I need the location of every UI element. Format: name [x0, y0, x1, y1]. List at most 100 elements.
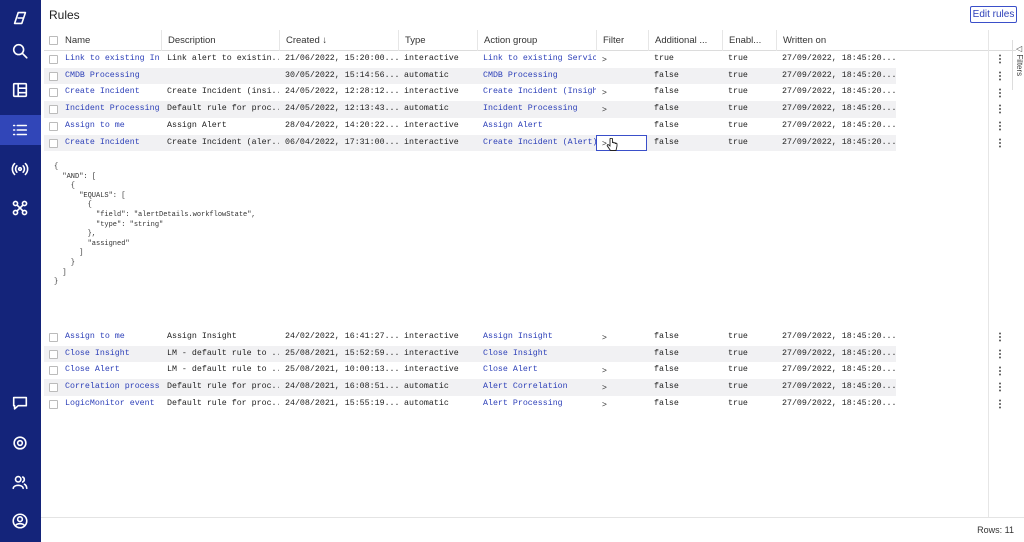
row-menu-kebab-icon[interactable]: [988, 362, 1012, 379]
cell-action-group[interactable]: Assign Insight: [477, 329, 596, 346]
row-menu-kebab-icon[interactable]: [988, 379, 1012, 396]
row-menu-kebab-icon[interactable]: [988, 346, 1012, 363]
row-checkbox[interactable]: [49, 366, 58, 376]
table-row[interactable]: Incident Processing Default rule for proc…: [44, 101, 896, 118]
cell-action-group[interactable]: CMDB Processing: [477, 68, 596, 85]
row-menu-kebab-icon[interactable]: [988, 396, 1012, 413]
cell-action-group[interactable]: Create Incident (Insight: [477, 84, 596, 101]
table-row[interactable]: LogicMonitor event Default rule for proc.…: [44, 396, 896, 413]
cell-enabled: true: [728, 332, 748, 341]
row-menu-kebab-icon[interactable]: [988, 68, 1012, 85]
cell-action-group[interactable]: Close Insight: [477, 346, 596, 363]
row-menu-kebab-icon[interactable]: [988, 101, 1012, 118]
dashboard-icon[interactable]: [8, 78, 32, 102]
table-row[interactable]: Close Alert LM - default rule to ... 25/08…: [44, 362, 896, 379]
cell-description: [161, 68, 279, 85]
column-header-additional[interactable]: Additional ...: [648, 30, 719, 51]
cell-action-group[interactable]: Close Alert: [477, 362, 596, 379]
cell-description: Default rule for proc...: [167, 398, 279, 408]
cell-filter[interactable]: >: [596, 362, 648, 379]
users-icon[interactable]: [8, 470, 32, 494]
cell-action-group[interactable]: Link to existing Service: [477, 51, 596, 68]
cell-written-on: 27/09/2022, 18:45:20...: [782, 348, 896, 358]
cell-name[interactable]: Link to existing In: [59, 51, 161, 68]
column-header-name[interactable]: Name: [59, 30, 159, 51]
table-row[interactable]: Correlation process Default rule for proc…: [44, 379, 896, 396]
row-checkbox[interactable]: [49, 349, 58, 359]
cell-filter[interactable]: >: [596, 51, 648, 68]
row-checkbox[interactable]: [49, 333, 58, 342]
cell-filter[interactable]: >: [596, 329, 648, 346]
cell-enabled: true: [728, 87, 748, 97]
cell-filter[interactable]: >: [596, 135, 648, 152]
row-menu-kebab-icon[interactable]: [988, 118, 1012, 135]
row-checkbox[interactable]: [49, 383, 58, 393]
cell-name[interactable]: Close Insight: [59, 346, 161, 363]
cell-name[interactable]: LogicMonitor event: [59, 396, 161, 413]
search-icon[interactable]: [8, 39, 32, 63]
cell-filter[interactable]: >: [596, 101, 648, 118]
cell-type: interactive: [404, 137, 459, 147]
cell-action-group[interactable]: Incident Processing: [477, 101, 596, 118]
row-menu-kebab-icon[interactable]: [988, 84, 1012, 101]
cell-filter[interactable]: [596, 346, 648, 363]
broadcast-icon[interactable]: [8, 157, 32, 181]
row-checkbox[interactable]: [49, 138, 58, 148]
table-row[interactable]: Link to existing In Link alert to existin…: [44, 51, 896, 68]
cell-filter[interactable]: [596, 68, 648, 85]
cell-action-group[interactable]: Alert Correlation: [477, 379, 596, 396]
column-header-description[interactable]: Description: [161, 30, 280, 51]
column-header-filter[interactable]: Filter: [596, 30, 648, 51]
cell-name[interactable]: Create Incident: [59, 135, 161, 152]
cell-name[interactable]: Close Alert: [59, 362, 161, 379]
account-icon[interactable]: [8, 509, 32, 533]
filters-side-tab[interactable]: ▽ Filters: [1012, 40, 1024, 90]
logo-icon[interactable]: [8, 6, 32, 30]
cell-name[interactable]: Assign to me: [59, 118, 161, 135]
row-checkbox[interactable]: [49, 399, 58, 409]
column-header-type[interactable]: Type: [398, 30, 477, 51]
hand-cursor-icon: [606, 137, 618, 151]
filter-funnel-icon: ▽: [1015, 46, 1024, 53]
table-row[interactable]: Assign to me Assign Insight 24/02/2022, 16…: [44, 329, 896, 346]
cell-filter[interactable]: >: [596, 84, 648, 101]
row-checkbox[interactable]: [49, 105, 58, 115]
row-menu-kebab-icon[interactable]: [988, 329, 1012, 346]
select-all-checkbox[interactable]: [49, 36, 58, 45]
column-header-written-on[interactable]: Written on: [776, 30, 897, 51]
cell-filter[interactable]: >: [596, 379, 648, 396]
settings-icon[interactable]: [8, 431, 32, 455]
cell-name[interactable]: Correlation process: [59, 379, 161, 396]
cell-written-on: 27/09/2022, 18:45:20...: [782, 382, 896, 392]
list-icon[interactable]: [8, 118, 32, 142]
cell-action-group[interactable]: Assign Alert: [477, 118, 596, 135]
table-row[interactable]: Create Incident Create Incident (aler... 0…: [44, 134, 896, 152]
cell-name[interactable]: Assign to me: [59, 329, 161, 346]
cell-filter[interactable]: >: [596, 396, 648, 413]
cell-name[interactable]: CMDB Processing: [59, 68, 161, 85]
cell-written-on: 27/09/2022, 18:45:20...: [782, 87, 896, 97]
cell-action-group[interactable]: Create Incident (Alert): [477, 135, 596, 152]
cell-action-group[interactable]: Alert Processing: [477, 396, 596, 413]
row-checkbox[interactable]: [49, 55, 58, 64]
row-checkbox[interactable]: [49, 71, 58, 81]
row-checkbox[interactable]: [49, 121, 58, 131]
filters-tab-label: ▽ Filters: [1015, 46, 1024, 77]
column-header-action-group[interactable]: Action group: [477, 30, 597, 51]
row-checkbox[interactable]: [49, 88, 58, 98]
table-row[interactable]: CMDB Processing 30/05/2022, 15:14:56.... a…: [44, 67, 896, 85]
chat-icon[interactable]: [8, 391, 32, 415]
column-header-created[interactable]: Created ↓: [279, 30, 399, 51]
row-menu-kebab-icon[interactable]: [988, 51, 1012, 68]
cell-filter[interactable]: [596, 118, 648, 135]
table-row[interactable]: Assign to me Assign Alert 28/04/2022, 14:2…: [44, 118, 896, 135]
column-header-enabled[interactable]: Enabl...: [722, 30, 776, 51]
cell-name[interactable]: Incident Processing: [59, 101, 161, 118]
integration-icon[interactable]: [8, 196, 32, 220]
cell-name[interactable]: Create Incident: [59, 84, 161, 101]
edit-rules-button[interactable]: Edit rules: [970, 6, 1017, 23]
table-row[interactable]: Close Insight LM - default rule to ... 25/…: [44, 345, 896, 363]
cell-type: interactive: [404, 348, 459, 358]
row-menu-kebab-icon[interactable]: [988, 135, 1012, 152]
table-row[interactable]: Create Incident Create Incident (insi... 2…: [44, 84, 896, 101]
